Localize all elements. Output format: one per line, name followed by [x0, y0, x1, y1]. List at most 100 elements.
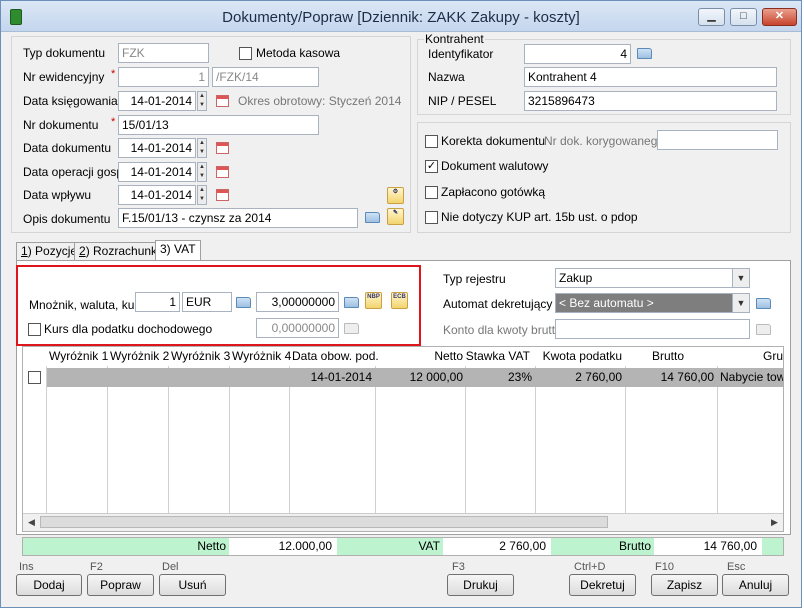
tab-vat[interactable]: 3) VAT [155, 240, 201, 261]
data-wplywu-spinner[interactable]: ▲ ▼ [197, 185, 207, 205]
data-dokumentu-calendar-icon[interactable] [216, 142, 229, 154]
column-header[interactable]: Stawka VAT [463, 347, 530, 366]
vat-summary-value: 2 760,00 [499, 539, 546, 553]
korekta-checkbox[interactable] [425, 135, 438, 148]
metoda-kasowa-checkbox[interactable] [239, 47, 252, 60]
scroll-left-icon[interactable]: ◀ [24, 515, 39, 530]
nie-dotyczy-kup-checkbox[interactable] [425, 211, 438, 224]
zaplacono-gotowka-checkbox[interactable] [425, 186, 438, 199]
shortcut-ins: Ins [19, 561, 34, 573]
dekretuj-button[interactable]: Dekretuj [569, 574, 636, 596]
data-operacji-calendar-icon[interactable] [216, 166, 229, 178]
konto-brutto-field[interactable] [555, 319, 750, 339]
identyfikator-field[interactable]: 4 [524, 44, 631, 64]
konto-brutto-label: Konto dla kwoty brutto [443, 323, 562, 337]
data-ksiegowania-calendar-icon[interactable] [216, 95, 229, 107]
dodaj-button[interactable]: Dodaj [16, 574, 82, 596]
data-dokumentu-field[interactable]: 14-01-2014 [118, 138, 196, 158]
column-header[interactable]: Wyróżnik 1 [49, 347, 108, 366]
data-wplywu-calendar-icon[interactable] [216, 189, 229, 201]
nr-ewidencyjny-number-field[interactable]: 1 [118, 67, 209, 87]
identyfikator-label: Identyfikator [428, 47, 494, 61]
anuluj-button[interactable]: Anuluj [722, 574, 789, 596]
typ-rejestru-select[interactable]: Zakup ▼ [555, 268, 750, 288]
nr-ewidencyjny-suffix-field: /FZK/14 [212, 67, 319, 87]
close-button[interactable]: ✕ [762, 8, 797, 26]
netto-cell: 12 000,00 [409, 370, 463, 384]
data-ksiegowania-spinner[interactable]: ▲ ▼ [197, 91, 207, 111]
window-title: Dokumenty/Popraw [Dziennik: ZAKK Zakupy … [222, 9, 580, 26]
nr-ewidencyjny-label: Nr ewidencyjny [23, 70, 105, 84]
dokument-walutowy-label: Dokument walutowy [441, 159, 549, 173]
required-mark: * [111, 68, 116, 80]
column-header[interactable]: Grup [763, 347, 783, 366]
typ-rejestru-label: Typ rejestru [443, 272, 506, 286]
column-header[interactable]: Wyróżnik 4 [232, 347, 291, 366]
grupa-cell: Nabycie towa [720, 370, 783, 384]
data-operacji-spinner[interactable]: ▲ ▼ [197, 162, 207, 182]
column-divider [289, 366, 290, 513]
data-operacji-field[interactable]: 14-01-2014 [118, 162, 196, 182]
folder-icon[interactable] [756, 298, 771, 309]
tab-rozrachunki[interactable]: 2) Rozrachunki [74, 242, 165, 261]
scroll-right-icon[interactable]: ▶ [767, 515, 782, 530]
automat-dekretujacy-select[interactable]: < Bez automatu > ▼ [555, 293, 750, 313]
nazwa-field[interactable]: Kontrahent 4 [524, 67, 777, 87]
dokument-walutowy-checkbox[interactable]: ✓ [425, 160, 438, 173]
folder-icon[interactable] [637, 48, 652, 59]
netto-summary-label: Netto [23, 538, 229, 555]
data-wplywu-field[interactable]: 14-01-2014 [118, 185, 196, 205]
brutto-summary-value: 14 760,00 [703, 539, 757, 553]
shortcut-esc: Esc [727, 561, 746, 573]
column-header[interactable]: Brutto [622, 347, 714, 366]
nr-dok-korygowanego-field[interactable] [657, 130, 778, 150]
maximize-button[interactable]: □ [730, 8, 757, 26]
required-mark: * [111, 116, 116, 128]
edit-icon[interactable]: ✎ [387, 208, 404, 225]
nr-dok-korygowanego-label: Nr dok. korygowanego [544, 134, 665, 148]
nr-dokumentu-field[interactable]: 15/01/13 [118, 115, 319, 135]
nip-pesel-field[interactable]: 3215896473 [524, 91, 777, 111]
shortcut-del: Del [162, 561, 179, 573]
data-ksiegowania-field[interactable]: 14-01-2014 [118, 91, 196, 111]
korekta-label: Korekta dokumentu [441, 134, 546, 148]
kontrahent-group-label: Kontrahent [424, 32, 485, 46]
dialog-window: Dokumenty/Popraw [Dziennik: ZAKK Zakupy … [0, 0, 802, 608]
okres-obrotowy-text: Okres obrotowy: Styczeń 2014 [238, 94, 402, 108]
kwota-podatku-cell: 2 760,00 [575, 370, 622, 384]
column-divider [625, 366, 626, 513]
typ-dokumentu-label: Typ dokumentu [23, 46, 106, 60]
zapisz-button[interactable]: Zapisz [651, 574, 718, 596]
row-select-checkbox[interactable] [28, 371, 41, 384]
folder-icon[interactable] [365, 212, 380, 223]
shortcut-ctrl-d: Ctrl+D [574, 561, 606, 573]
nr-dokumentu-label: Nr dokumentu [23, 118, 99, 132]
scrollbar-thumb[interactable] [40, 516, 608, 528]
minimize-button[interactable]: ▁ [698, 8, 725, 26]
chevron-down-icon: ▼ [732, 294, 749, 312]
column-header[interactable]: Wyróżnik 2 [110, 347, 169, 366]
vat-summary-label: VAT [337, 538, 443, 555]
popraw-button[interactable]: Popraw [87, 574, 154, 596]
column-divider [717, 366, 718, 513]
column-header[interactable]: Data obow. pod. [292, 347, 379, 366]
highlight-box [16, 265, 421, 346]
column-header[interactable]: Kwota podatku [530, 347, 622, 366]
column-divider [46, 366, 47, 513]
opis-dokumentu-field[interactable]: F.15/01/13 - czynsz za 2014 [118, 208, 358, 228]
horizontal-scrollbar[interactable]: ◀ ▶ [23, 513, 783, 531]
typ-dokumentu-field[interactable]: FZK [118, 43, 209, 63]
column-header[interactable]: Wyróżnik 3 [171, 347, 230, 366]
title-bar[interactable]: Dokumenty/Popraw [Dziennik: ZAKK Zakupy … [1, 1, 801, 32]
metoda-kasowa-label: Metoda kasowa [256, 46, 341, 60]
column-divider [375, 366, 376, 513]
column-divider [465, 366, 466, 513]
automat-dekretujacy-label: Automat dekretujący [443, 297, 553, 311]
column-header[interactable]: Netto [391, 347, 463, 366]
gear-icon[interactable]: ⚙ [387, 187, 404, 204]
drukuj-button[interactable]: Drukuj [447, 574, 514, 596]
tab-pozycje[interactable]: 1) Pozycje [16, 242, 83, 261]
data-dokumentu-spinner[interactable]: ▲ ▼ [197, 138, 207, 158]
vat-table[interactable]: Wyróżnik 1 Wyróżnik 2 Wyróżnik 3 Wyróżni… [22, 346, 784, 532]
usun-button[interactable]: Usuń [159, 574, 226, 596]
